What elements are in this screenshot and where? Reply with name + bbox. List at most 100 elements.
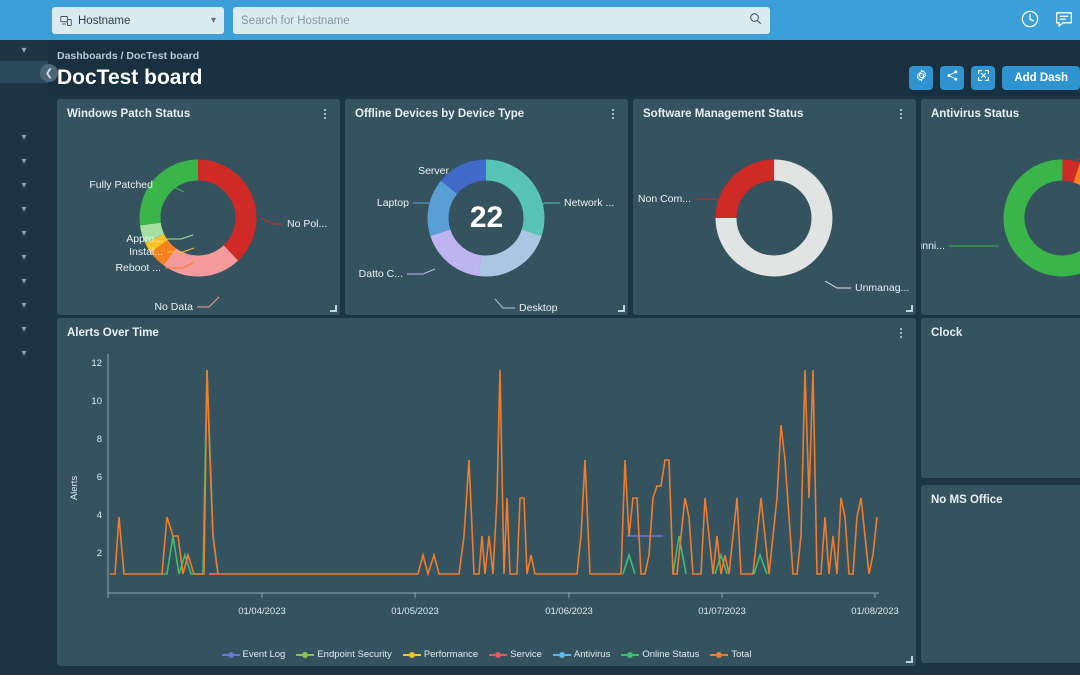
fullscreen-button[interactable] [971,66,996,90]
search-bar[interactable] [233,7,770,34]
x-tick-2: 01/06/2023 [545,606,593,617]
sidebar-item-2[interactable]: ▾ [0,127,48,148]
chevron-down-icon: ▾ [21,44,27,56]
chevron-down-icon: ▾ [21,275,27,287]
expand-icon [977,69,990,87]
legend-marker-icon [552,651,571,658]
chevron-down-icon: ▾ [21,131,27,143]
legend-item-online-status[interactable]: Online Status [621,649,699,660]
chart-legend: Event Log Endpoint Security Performance … [57,649,916,660]
sidebar-item-5[interactable]: ▾ [0,199,48,220]
chevron-down-icon: ▾ [21,179,27,191]
chevron-left-icon: ❮ [44,67,54,79]
legend-item-total[interactable]: Total [710,649,751,660]
slice-label-laptop: Laptop [377,197,409,209]
legend-marker-icon [621,651,640,658]
legend-item-service[interactable]: Service [489,649,542,660]
legend-item-event-log[interactable]: Event Log [221,649,285,660]
slice-label-fully-patched: Fully Patched [89,179,153,191]
widget-menu-button[interactable] [319,107,331,121]
chat-icon[interactable] [1054,9,1074,29]
legend-marker-icon [710,651,729,658]
chevron-down-icon: ▾ [21,299,27,311]
sidebar-item-0[interactable]: ▾ [0,40,48,61]
share-button[interactable] [940,66,965,90]
legend-marker-icon [402,651,421,658]
y-tick-10: 10 [91,396,102,407]
chevron-down-icon: ▾ [21,323,27,335]
dashboard-canvas: Windows Patch Status Fully Patched Appro… [48,96,1080,675]
hostname-filter-label: Hostname [78,14,131,27]
widget-menu-button[interactable] [607,107,619,121]
topbar-icon-group [1020,9,1074,29]
widget-windows-patch-status: Windows Patch Status Fully Patched Appro… [57,99,340,315]
sidebar-item-9[interactable]: ▾ [0,295,48,316]
legend-label: Service [510,649,542,660]
slice-label-non-compliant: Non Com... [638,193,691,205]
header-actions: Add Dash [909,66,1080,90]
slice-label-network: Network ... [564,197,614,209]
software-management-donut-chart: Non Com... Unmanag... [633,121,916,315]
legend-label: Total [731,649,752,660]
settings-button[interactable] [909,66,934,90]
sidebar-collapse-button[interactable]: ❮ [40,64,58,82]
series-online-status-2 [622,552,636,575]
widget-software-management-status: Software Management Status Non Com... Un… [633,99,916,315]
legend-item-endpoint-security[interactable]: Endpoint Security [296,649,392,660]
widget-title: Windows Patch Status [67,108,191,120]
legend-marker-icon [489,651,508,658]
breadcrumb[interactable]: Dashboards / DocTest board [57,50,199,62]
legend-item-performance[interactable]: Performance [402,649,479,660]
widget-resize-handle[interactable] [618,305,625,312]
legend-label: Performance [423,649,479,660]
devices-icon [60,15,72,27]
y-tick-2: 2 [97,548,102,559]
sidebar-item-3[interactable]: ▾ [0,151,48,172]
y-tick-12: 12 [91,358,102,369]
widget-offline-devices: Offline Devices by Device Type Server La… [345,99,628,315]
widget-title: Software Management Status [643,108,804,120]
series-total [110,369,878,577]
x-tick-4: 01/08/2023 [851,606,899,617]
series-online-status-5 [753,552,768,575]
widget-menu-button[interactable] [895,107,907,121]
slice-label-unmanaged: Unmanag... [855,282,909,294]
sidebar-item-4[interactable]: ▾ [0,175,48,196]
x-tick-0: 01/04/2023 [238,606,286,617]
legend-label: Antivirus [573,649,611,660]
slice-label-approved: Appro... [126,233,163,245]
slice-label-reboot: Reboot ... [115,262,161,274]
clock-icon[interactable] [1020,9,1040,29]
widget-menu-button[interactable] [895,326,907,340]
page-title: DocTest board [57,66,203,89]
widget-resize-handle[interactable] [906,305,913,312]
slice-label-no-policy: No Pol... [287,218,327,230]
slice-label-running: Runni... [921,240,945,252]
slice-label-datto: Datto C... [359,268,403,280]
slice-label-installed: Instal... [129,246,163,258]
widget-resize-handle[interactable] [906,656,913,663]
widget-resize-handle[interactable] [330,305,337,312]
x-tick-1: 01/05/2023 [391,606,439,617]
dashboard-header: Dashboards / DocTest board DocTest board [48,40,1080,96]
chevron-down-icon: ▾ [21,347,27,359]
widget-title: No MS Office [931,494,1003,506]
chevron-down-icon: ▾ [210,15,216,26]
search-icon[interactable] [749,12,762,30]
sidebar-item-11[interactable]: ▾ [0,343,48,364]
donut-center-value: 22 [469,201,504,234]
y-axis-label: Alerts [69,476,80,501]
y-tick-6: 6 [97,472,102,483]
sidebar-item-8[interactable]: ▾ [0,271,48,292]
sidebar-item-6[interactable]: ▾ [0,223,48,244]
hostname-filter-dropdown[interactable]: Hostname ▾ [52,7,224,34]
chevron-down-icon: ▾ [21,155,27,167]
add-dashboard-button[interactable]: Add Dash [1002,66,1080,90]
slice-label-desktop: Desktop [519,302,558,314]
sidebar-item-7[interactable]: ▾ [0,247,48,268]
top-navigation-bar: Hostname ▾ [0,0,1080,40]
search-input[interactable] [241,14,749,27]
legend-label: Online Status [642,649,700,660]
sidebar-item-10[interactable]: ▾ [0,319,48,340]
legend-item-antivirus[interactable]: Antivirus [552,649,611,660]
